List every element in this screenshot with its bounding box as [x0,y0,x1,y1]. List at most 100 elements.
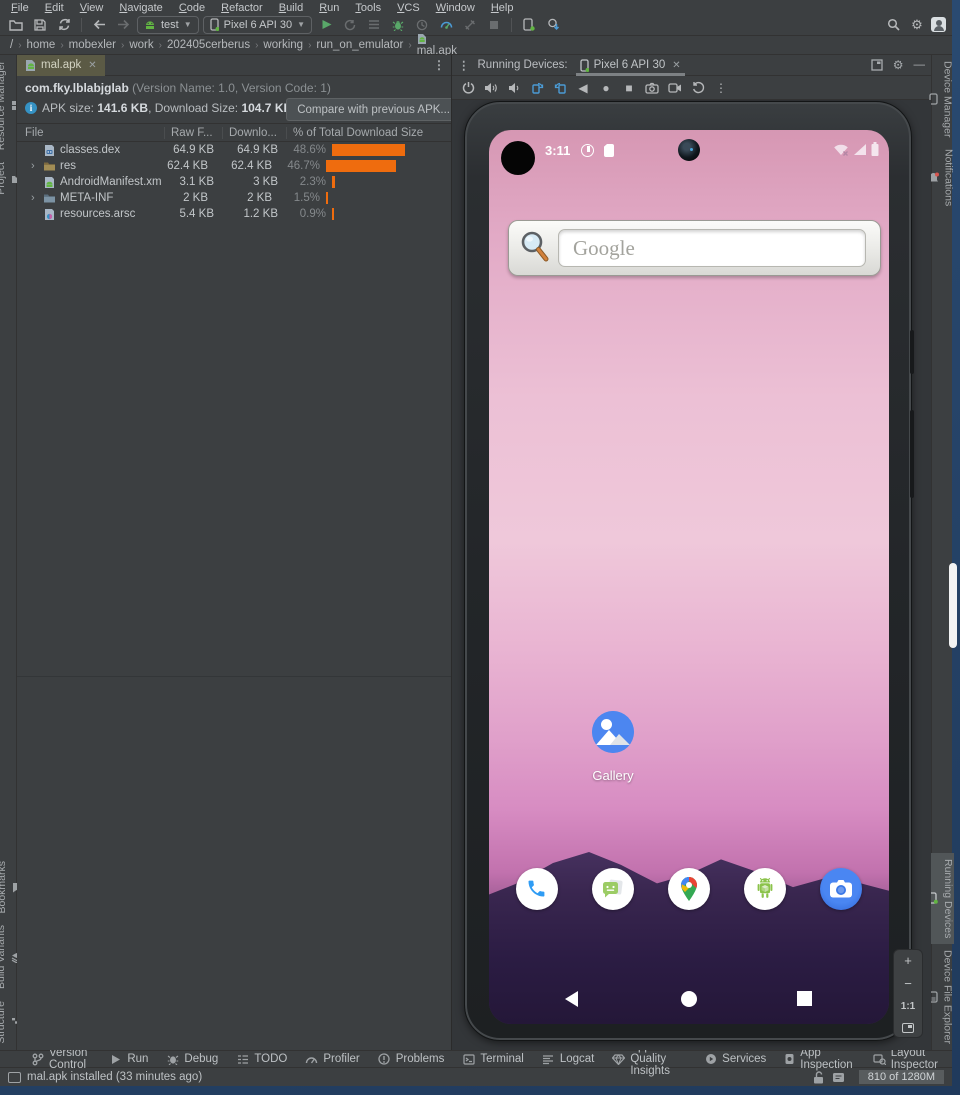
device-select[interactable]: Pixel 6 API 30 ▼ [202,15,313,34]
zoom-actual-size-button[interactable]: 1:1 [901,1000,915,1013]
gallery-app-icon[interactable] [592,711,634,753]
toolwindow-terminal[interactable]: Terminal [454,1051,531,1067]
menu-window[interactable]: Window [429,2,482,14]
toolwindow-version-control[interactable]: Version Control [24,1047,99,1071]
device-home-icon[interactable]: ● [598,80,614,96]
tab-mal-apk[interactable]: mal.apk ✕ [17,55,105,76]
menu-run[interactable]: Run [312,2,346,14]
phone-app-icon[interactable] [516,868,558,910]
menu-help[interactable]: Help [484,2,521,14]
google-search-widget[interactable]: Google [508,220,881,276]
search-everywhere-icon[interactable] [883,16,903,34]
toolwindow-logcat[interactable]: Logcat [534,1051,603,1067]
zoom-fit-button[interactable] [902,1023,914,1033]
android-home-screen[interactable]: 3:11 Google Gallery [489,130,889,1024]
editor-split-divider[interactable] [17,676,451,677]
run-with-coverage-icon[interactable] [364,16,384,34]
zoom-out-button[interactable]: − [904,977,912,990]
menu-navigate[interactable]: Navigate [112,2,169,14]
toolwindow-todo[interactable]: TODO [228,1051,295,1067]
snapshot-reset-icon[interactable] [690,80,706,96]
menu-code[interactable]: Code [172,2,212,14]
column-file[interactable]: File [17,127,164,139]
device-overview-icon[interactable]: ■ [621,80,637,96]
column-percent[interactable]: % of Total Download Size [286,126,451,139]
float-window-icon[interactable] [871,59,883,71]
column-raw-size[interactable]: Raw F... [164,126,222,139]
save-icon[interactable] [30,16,50,34]
power-button-icon[interactable] [460,80,476,96]
volume-down-icon[interactable] [506,80,522,96]
toolwindow-services[interactable]: Services [696,1051,774,1067]
nav-home-button[interactable] [681,991,697,1007]
breadcrumb-root[interactable]: / [10,39,13,51]
sync-icon[interactable] [54,16,74,34]
device-mirroring-icon[interactable] [519,16,539,34]
forward-arrow-icon[interactable] [113,16,133,34]
menu-build[interactable]: Build [272,2,310,14]
profiler-icon[interactable] [436,16,456,34]
toolwindow-app-quality-insights[interactable]: App Quality Insights [604,1041,694,1077]
event-log-icon[interactable] [832,1072,845,1083]
android-app-icon[interactable] [744,868,786,910]
toolwindow-run[interactable]: Run [101,1051,156,1067]
toolwindow-profiler[interactable]: Profiler [297,1051,367,1067]
volume-up-icon[interactable] [483,80,499,96]
expand-chevron-icon[interactable]: › [31,160,39,172]
menu-vcs[interactable]: VCS [390,2,427,14]
breadcrumb-work[interactable]: work [129,39,153,51]
device-back-icon[interactable]: ◀ [575,80,591,96]
stripe-item-running-devices[interactable]: Running Devices [928,852,954,945]
table-row[interactable]: classes.dex 64.9 KB 64.9 KB 48.6% [17,142,451,158]
table-row[interactable]: resources.arsc 5.4 KB 1.2 KB 0.9% [17,206,451,222]
menu-tools[interactable]: Tools [348,2,388,14]
editor-options-kebab-icon[interactable]: ⋮ [433,58,445,72]
unlock-icon[interactable] [813,1070,824,1084]
table-row[interactable]: › META-INF 2 KB 2 KB 1.5% [17,190,451,206]
breadcrumb-mobexler[interactable]: mobexler [69,39,116,51]
tab-pixel-6-api-30[interactable]: Pixel 6 API 30 ✕ [575,55,685,76]
profile-avatar[interactable] [931,17,946,32]
screenshot-icon[interactable] [644,80,660,96]
maps-app-icon[interactable] [668,868,710,910]
tool-window-switcher-icon[interactable] [8,1071,21,1083]
more-options-kebab-icon[interactable]: ⋮ [713,80,729,96]
table-row[interactable]: › res 62.4 KB 62.4 KB 46.7% [17,158,451,174]
close-icon[interactable]: ✕ [672,60,680,71]
stop-icon[interactable] [484,16,504,34]
toolwindow-app-inspection[interactable]: App Inspection [776,1047,862,1071]
menu-file[interactable]: File [4,2,36,14]
toolwindow-layout-inspector[interactable]: Layout Inspector [865,1047,946,1071]
table-row[interactable]: AndroidManifest.xml 3.1 KB 3 KB 2.3% [17,174,451,190]
memory-indicator[interactable]: 810 of 1280M [858,1070,944,1084]
expand-chevron-icon[interactable]: › [31,192,39,204]
toolwindow-problems[interactable]: Problems [370,1051,453,1067]
rotate-right-icon[interactable] [552,80,568,96]
stripe-item-device-file-explorer[interactable]: Device File Explorer [928,944,954,1050]
close-icon[interactable]: ✕ [88,60,96,71]
minimize-icon[interactable]: — [914,59,926,71]
panel-kebab-icon[interactable]: ⋮ [458,58,470,72]
breadcrumb-working[interactable]: working [263,39,303,51]
debug-button[interactable] [388,16,408,34]
stripe-item-device-manager[interactable]: Device Manager [928,55,954,143]
camera-app-icon[interactable] [820,868,862,910]
back-arrow-icon[interactable] [89,16,109,34]
compare-with-previous-apk-button[interactable]: Compare with previous APK... [286,98,451,121]
breadcrumb-file[interactable]: mal.apk [417,33,457,57]
menu-refactor[interactable]: Refactor [214,2,270,14]
panel-settings-icon[interactable]: ⚙ [893,58,904,72]
attach-debugger-icon[interactable] [460,16,480,34]
coverage-icon[interactable] [412,16,432,34]
nav-back-button[interactable] [565,991,578,1007]
run-configuration-select[interactable]: test ▼ [137,15,199,34]
menu-view[interactable]: View [73,2,111,14]
rerun-icon[interactable] [340,16,360,34]
screen-record-icon[interactable] [667,80,683,96]
nav-recents-button[interactable] [797,991,812,1006]
open-icon[interactable] [6,16,26,34]
sync-project-icon[interactable] [543,16,563,34]
toolwindow-debug[interactable]: Debug [158,1051,226,1067]
rotate-left-icon[interactable] [529,80,545,96]
breadcrumb-home[interactable]: home [27,39,56,51]
